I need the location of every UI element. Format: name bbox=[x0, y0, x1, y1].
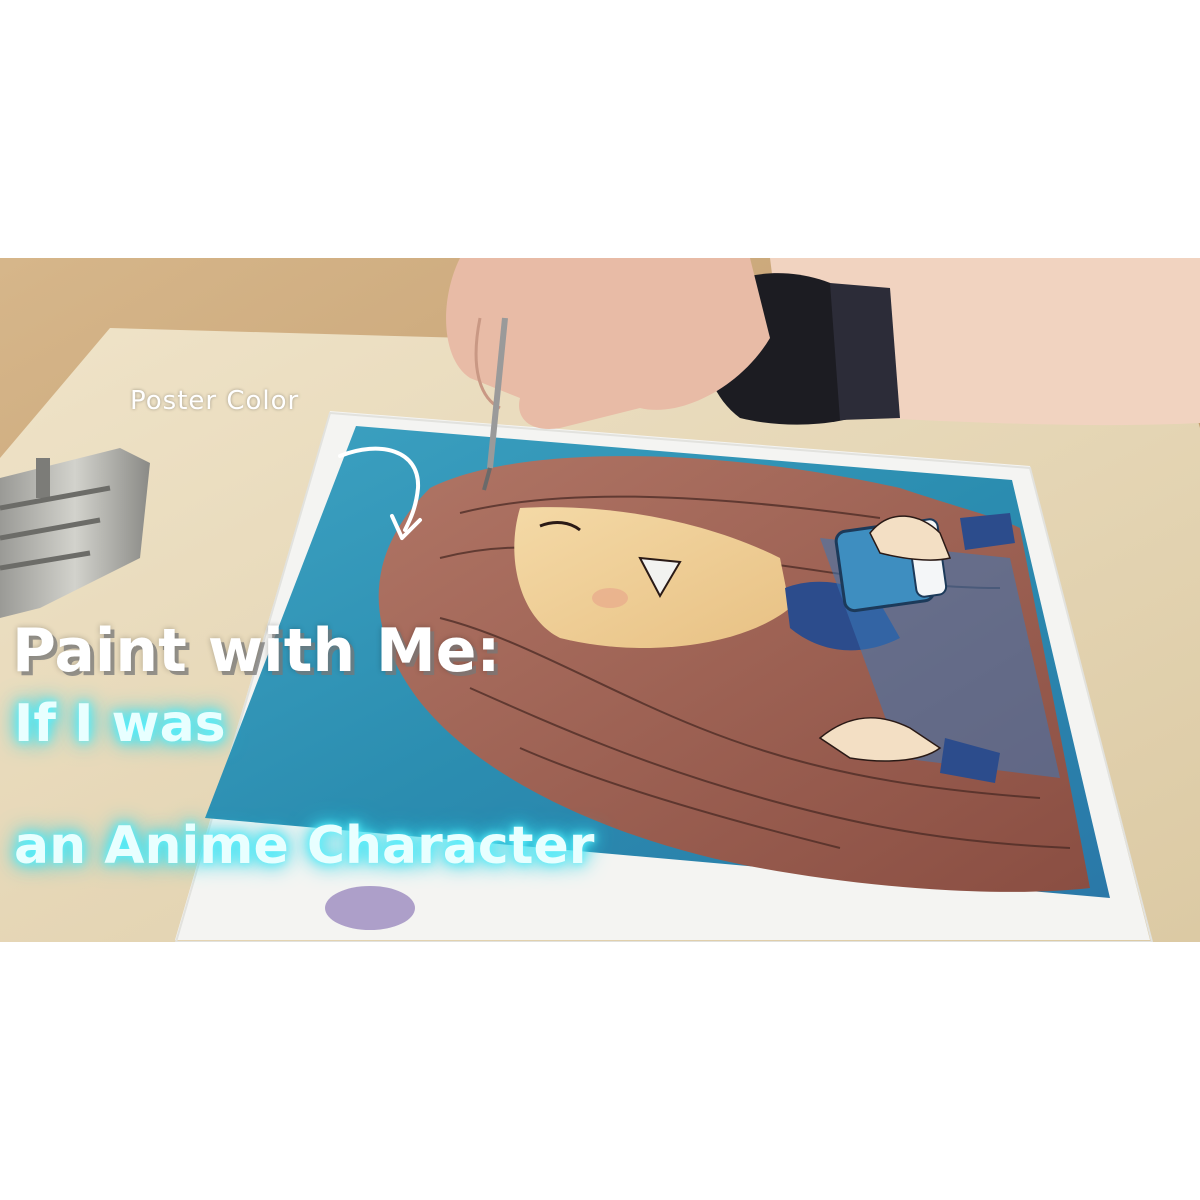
poster-color-label: Poster Color bbox=[130, 386, 300, 416]
title-line-2: If I was bbox=[14, 694, 226, 754]
title-line-1: Paint with Me: bbox=[12, 616, 501, 686]
title-line-3: an Anime Character bbox=[14, 816, 595, 876]
thumbnail-canvas: Poster Color Paint with Me: If I was an … bbox=[0, 0, 1200, 1200]
